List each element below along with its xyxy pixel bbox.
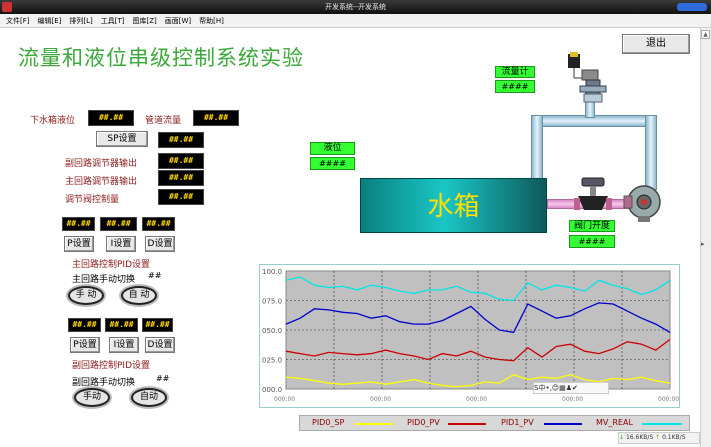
secondary-i-display: ##.## (105, 318, 138, 332)
pump-icon (623, 185, 661, 222)
legend-line-pid0-pv (448, 423, 486, 425)
secondary-manual-button[interactable]: 手动 (74, 388, 110, 407)
secondary-p-display: ##.## (68, 318, 101, 332)
network-speed-widget: ↓ 16.6KB/S ↑ 0.1KB/S (618, 432, 700, 444)
primary-d-setting-button[interactable]: D设置 (145, 236, 175, 252)
window-title: 开发系统--开发系统 (324, 3, 387, 11)
menu-screen[interactable]: 画面[W] (163, 14, 193, 28)
upload-arrow-icon: ↑ (655, 434, 661, 441)
primary-p-display: ##.## (62, 217, 95, 231)
level-label: 液位 (310, 142, 355, 155)
x-tick-label: 000:00 (466, 396, 487, 403)
legend-line-mv-real (642, 423, 682, 425)
menu-arrange[interactable]: 排列[L] (67, 14, 94, 28)
flowmeter-value: #### (495, 80, 535, 93)
trend-chart: 100.0 075.0 050.0 025.0 000.0 000:00 000:00 000… (259, 264, 680, 408)
flowmeter-icon (568, 52, 607, 103)
secondary-controller-output-label: 副回路调节器输出 (65, 159, 138, 169)
valve-opening-value: #### (569, 235, 615, 248)
secondary-d-display: ##.## (142, 318, 173, 332)
chart-legend: PID0_SP PID0_PV PID1_PV MV_REAL (299, 415, 690, 431)
valve-opening-label: 阀门开度 (569, 220, 615, 232)
left-vertical-pipe (531, 115, 543, 179)
x-tick-label: 000:00 (370, 396, 391, 403)
secondary-manual-switch-label: 副回路手动切换 (72, 378, 136, 388)
legend-label-pid0-sp: PID0_SP (312, 418, 345, 427)
y-tick-label: 100.0 (262, 268, 282, 276)
flowmeter-label: 流量计 (495, 66, 535, 78)
menu-bar: 文件[F] 编辑[E] 排列[L] 工具[T] 图库[Z] 画面[W] 帮助[H] (0, 14, 711, 28)
primary-d-display: ##.## (142, 217, 175, 231)
sp-display: ##.## (158, 132, 204, 148)
window-controls[interactable] (677, 3, 707, 11)
secondary-controller-output-display: ##.## (158, 153, 204, 169)
control-valve-icon (574, 177, 612, 210)
secondary-switch-value: ## (156, 374, 170, 383)
secondary-i-setting-button[interactable]: I设置 (109, 337, 139, 353)
window-title-bar: 开发系统--开发系统 (0, 0, 711, 14)
x-tick-label: 000:00 (562, 396, 583, 403)
primary-i-setting-button[interactable]: I设置 (106, 236, 136, 252)
menu-help[interactable]: 帮助[H] (197, 14, 226, 28)
legend-label-pid1-pv: PID1_PV (501, 418, 534, 427)
vertical-scrollbar[interactable] (700, 28, 711, 447)
lower-tank-level-label: 下水箱液位 (30, 116, 76, 126)
sp-setting-button[interactable]: SP设置 (96, 131, 148, 147)
primary-manual-switch-label: 主回路手动切换 (72, 275, 136, 285)
secondary-pid-settings-label: 副回路控制PID设置 (72, 361, 151, 371)
app-icon[interactable] (2, 2, 12, 12)
menu-tools[interactable]: 工具[T] (99, 14, 127, 28)
trend-chart-svg: 100.0 075.0 050.0 025.0 000.0 000:00 000:00 000… (262, 268, 679, 403)
scroll-up-arrow-icon[interactable]: ▲ (701, 30, 710, 39)
level-value: #### (310, 157, 355, 170)
primary-controller-output-label: 主回路调节器输出 (65, 177, 138, 187)
primary-switch-value: ## (148, 271, 162, 280)
primary-controller-output-display: ##.## (158, 170, 204, 186)
menu-library[interactable]: 图库[Z] (131, 14, 159, 28)
legend-line-pid0-sp (355, 423, 393, 425)
ime-toolbar[interactable]: S中•,😊▦♟✔ (533, 382, 609, 394)
download-speed: 16.6KB/S (625, 434, 654, 441)
x-tick-label: 000:00 (658, 396, 679, 403)
upload-speed: 0.1KB/S (662, 434, 686, 441)
primary-i-display: ##.## (100, 217, 137, 231)
pipe-flow-label: 管道流量 (145, 116, 182, 126)
valve-control-amount-display: ##.## (158, 189, 204, 205)
secondary-p-setting-button[interactable]: P设置 (70, 337, 100, 353)
exit-button[interactable]: 退出 (622, 34, 690, 54)
y-tick-label: 000.0 (262, 386, 282, 394)
legend-line-pid1-pv (544, 423, 582, 425)
y-tick-label: 050.0 (262, 327, 282, 335)
menu-file[interactable]: 文件[F] (4, 14, 32, 28)
scroll-marker-icon: ▸ (701, 240, 705, 248)
right-vertical-pipe (645, 115, 657, 190)
pipe-flow-display: ##.## (193, 110, 239, 126)
lower-tank-level-display: ##.## (88, 110, 134, 126)
download-arrow-icon: ↓ (619, 434, 625, 441)
y-tick-label: 025.0 (262, 357, 282, 365)
primary-pid-settings-label: 主回路控制PID设置 (72, 260, 151, 270)
primary-p-setting-button[interactable]: P设置 (64, 236, 94, 252)
valve-control-amount-label: 调节阀控制量 (65, 195, 120, 205)
y-tick-label: 075.0 (262, 298, 282, 306)
menu-edit[interactable]: 编辑[E] (36, 14, 64, 28)
x-tick-label: 000:00 (274, 396, 295, 403)
secondary-auto-button[interactable]: 自动 (131, 388, 167, 407)
legend-label-mv-real: MV_REAL (596, 418, 633, 427)
legend-label-pid0-pv: PID0_PV (407, 418, 440, 427)
page-title: 流量和液位串级控制系统实验 (18, 46, 304, 70)
secondary-d-setting-button[interactable]: D设置 (145, 337, 175, 353)
primary-manual-button[interactable]: 手 动 (68, 286, 104, 305)
ime-toolbar-text: S中•,😊▦♟✔ (534, 384, 578, 392)
water-tank-label: 水箱 (427, 192, 480, 222)
primary-auto-button[interactable]: 自 动 (121, 286, 157, 305)
